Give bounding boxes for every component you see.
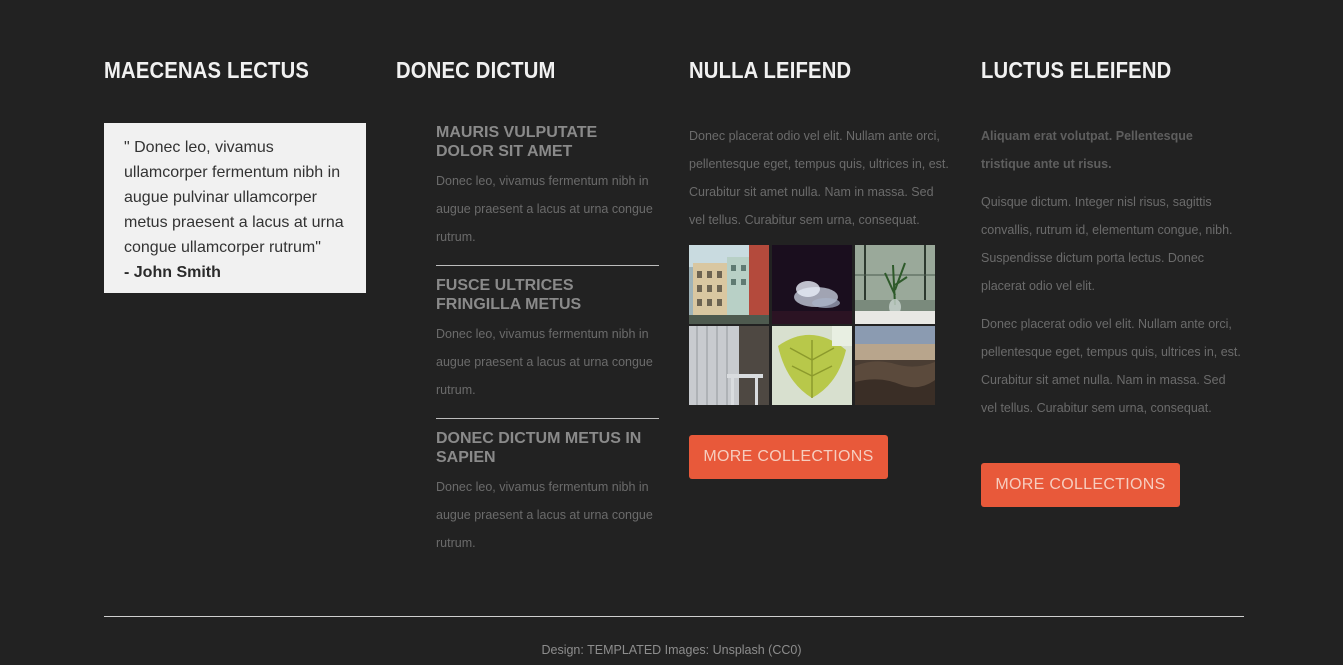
feature-text: Donec leo, vivamus fermentum nibh in aug… bbox=[436, 174, 653, 244]
feature-title[interactable]: DONEC DICTUM METUS IN SAPIEN bbox=[436, 429, 659, 467]
footer-divider bbox=[104, 616, 1244, 617]
list-item: DONEC DICTUM METUS IN SAPIEN Donec leo, … bbox=[436, 418, 659, 571]
paragraph-text: Quisque dictum. Integer nisl risus, sagi… bbox=[981, 195, 1233, 293]
feature-title[interactable]: MAURIS VULPUTATE DOLOR SIT AMET bbox=[436, 123, 659, 161]
list-item: FUSCE ULTRICES FRINGILLA METUS Donec leo… bbox=[436, 265, 659, 418]
city-buildings-image[interactable] bbox=[689, 245, 769, 324]
curtain-chair-image[interactable] bbox=[689, 326, 769, 405]
paragraph-text: Donec placerat odio vel elit. Nullam ant… bbox=[981, 317, 1241, 415]
feature-text: Donec leo, vivamus fermentum nibh in aug… bbox=[436, 480, 653, 550]
landscape-image[interactable] bbox=[855, 326, 935, 405]
column-title: LUCTUS ELEIFEND bbox=[981, 57, 1172, 83]
column-title: MAECENAS LECTUS bbox=[104, 57, 310, 83]
footer-columns: MAECENAS LECTUS " Donec leo, vivamus ull… bbox=[104, 0, 1244, 600]
smoke-image[interactable] bbox=[772, 245, 852, 324]
list-item: MAURIS VULPUTATE DOLOR SIT AMET Donec le… bbox=[436, 123, 659, 265]
lead-text: Aliquam erat volutpat. Pellentesque tris… bbox=[981, 129, 1193, 171]
feature-text: Donec leo, vivamus fermentum nibh in aug… bbox=[436, 327, 653, 397]
column-title: NULLA LEIFEND bbox=[689, 57, 852, 83]
testimonial-quote: " Donec leo, vivamus ullamcorper ferment… bbox=[104, 123, 366, 293]
feature-list: MAURIS VULPUTATE DOLOR SIT AMET Donec le… bbox=[436, 123, 659, 571]
image-gallery bbox=[689, 245, 935, 405]
more-collections-button[interactable]: MORE COLLECTIONS bbox=[689, 435, 888, 479]
footer-credit: Design: TEMPLATED Images: Unsplash (CC0) bbox=[541, 643, 802, 657]
column-title: DONEC DICTUM bbox=[396, 57, 556, 83]
quote-author: - John Smith bbox=[124, 264, 221, 281]
plant-window-image[interactable] bbox=[855, 245, 935, 324]
more-collections-button[interactable]: MORE COLLECTIONS bbox=[981, 463, 1180, 507]
quote-text: " Donec leo, vivamus ullamcorper ferment… bbox=[124, 139, 344, 256]
collection-text: Donec placerat odio vel elit. Nullam ant… bbox=[689, 129, 949, 227]
leaf-image[interactable] bbox=[772, 326, 852, 405]
feature-title[interactable]: FUSCE ULTRICES FRINGILLA METUS bbox=[436, 276, 659, 314]
